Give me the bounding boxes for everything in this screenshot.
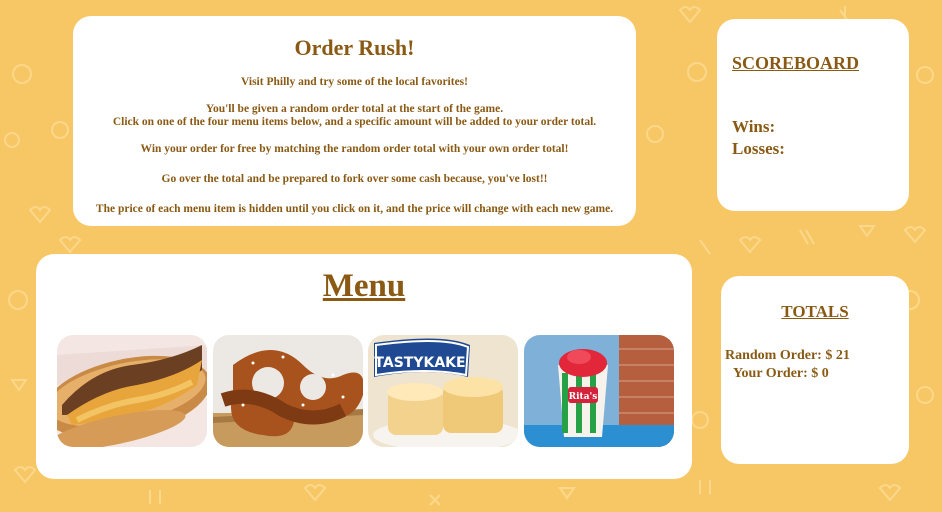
totals-title: TOTALS [781, 302, 849, 321]
ritas-brand-text: Rita's [569, 392, 598, 402]
menu-title: Menu [322, 268, 406, 304]
intro-line: The price of each menu item is hidden un… [95, 203, 614, 215]
intro-line: Go over the total and be prepared to for… [161, 173, 548, 185]
scoreboard-card: SCOREBOARD Wins: Losses: [717, 19, 909, 211]
pretzel-image [213, 335, 363, 447]
cheesesteak-image [57, 335, 207, 447]
intro-line: Click on one of the four menu items belo… [112, 116, 597, 128]
menu-item-water-ice[interactable]: Rita's [524, 335, 674, 447]
random-order-total: Random Order: $ 21 [725, 348, 850, 363]
water-ice-image: Rita's [524, 335, 674, 447]
menu-item-cheesesteak[interactable] [57, 335, 207, 447]
your-order-total: Your Order: $ 0 [733, 366, 829, 381]
wins-label: Wins: [732, 117, 776, 136]
losses-label: Losses: [732, 139, 785, 158]
page-title: Order Rush! [294, 35, 415, 60]
intro-line: Visit Philly and try some of the local f… [241, 76, 468, 88]
intro-line: You'll be given a random order total at … [205, 103, 504, 115]
scoreboard-title: SCOREBOARD [732, 53, 860, 73]
intro-card: Order Rush! Visit Philly and try some of… [73, 16, 636, 226]
menu-card: Menu TASTYKAKE Rita's [36, 254, 692, 479]
intro-line: Win your order for free by matching the … [140, 143, 569, 155]
totals-card: TOTALS Random Order: $ 21 Your Order: $ … [721, 276, 909, 464]
menu-item-tastykake[interactable]: TASTYKAKE [368, 335, 518, 447]
tastykake-brand-text: TASTYKAKE [374, 355, 465, 371]
tastykake-image: TASTYKAKE [368, 335, 518, 447]
menu-item-pretzel[interactable] [213, 335, 363, 447]
